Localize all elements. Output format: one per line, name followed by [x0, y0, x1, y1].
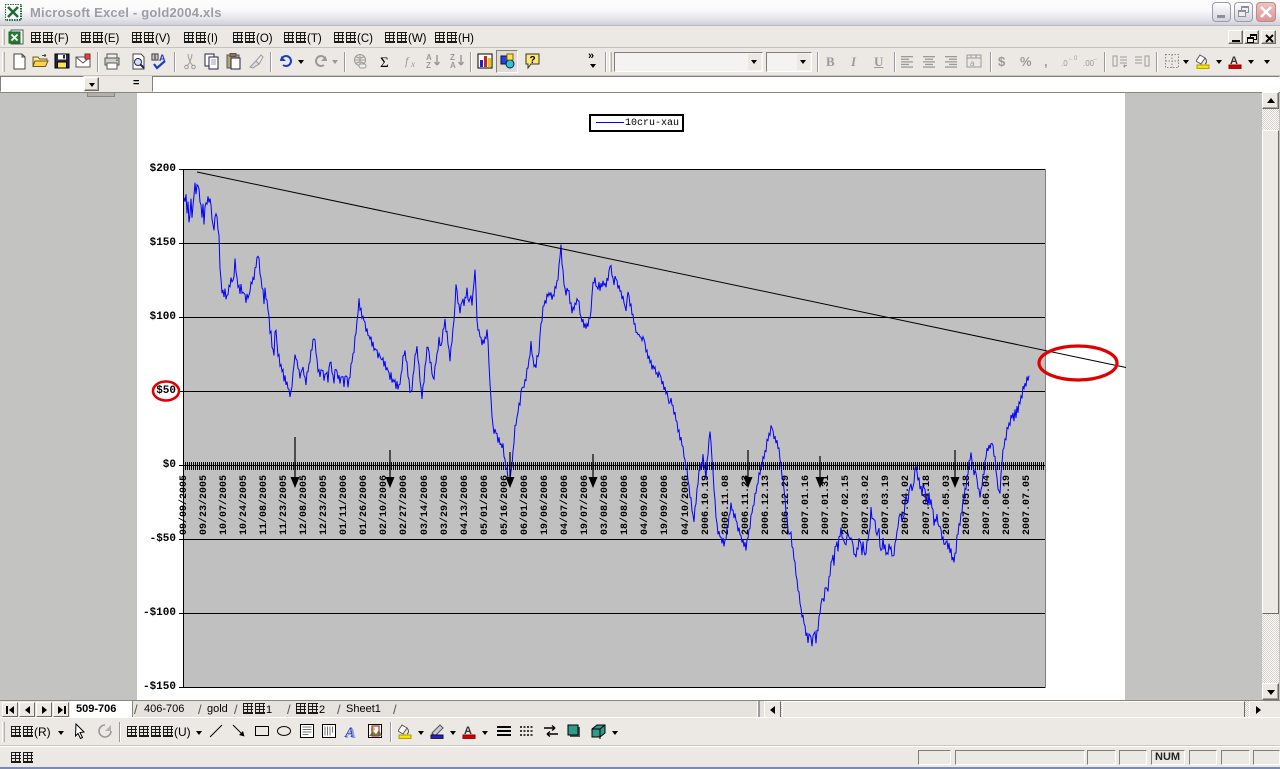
svg-text:a: a	[970, 59, 975, 68]
svg-text:→: →	[1092, 56, 1098, 62]
svg-text:f: f	[405, 54, 410, 68]
svg-text:A: A	[345, 726, 356, 740]
svg-text:←0: ←0	[1068, 56, 1077, 62]
svg-text:Z: Z	[426, 61, 431, 70]
svg-text:Σ: Σ	[380, 55, 389, 70]
svg-text:?: ?	[530, 55, 536, 66]
svg-text:A: A	[450, 61, 456, 70]
svg-text:x: x	[410, 59, 415, 69]
